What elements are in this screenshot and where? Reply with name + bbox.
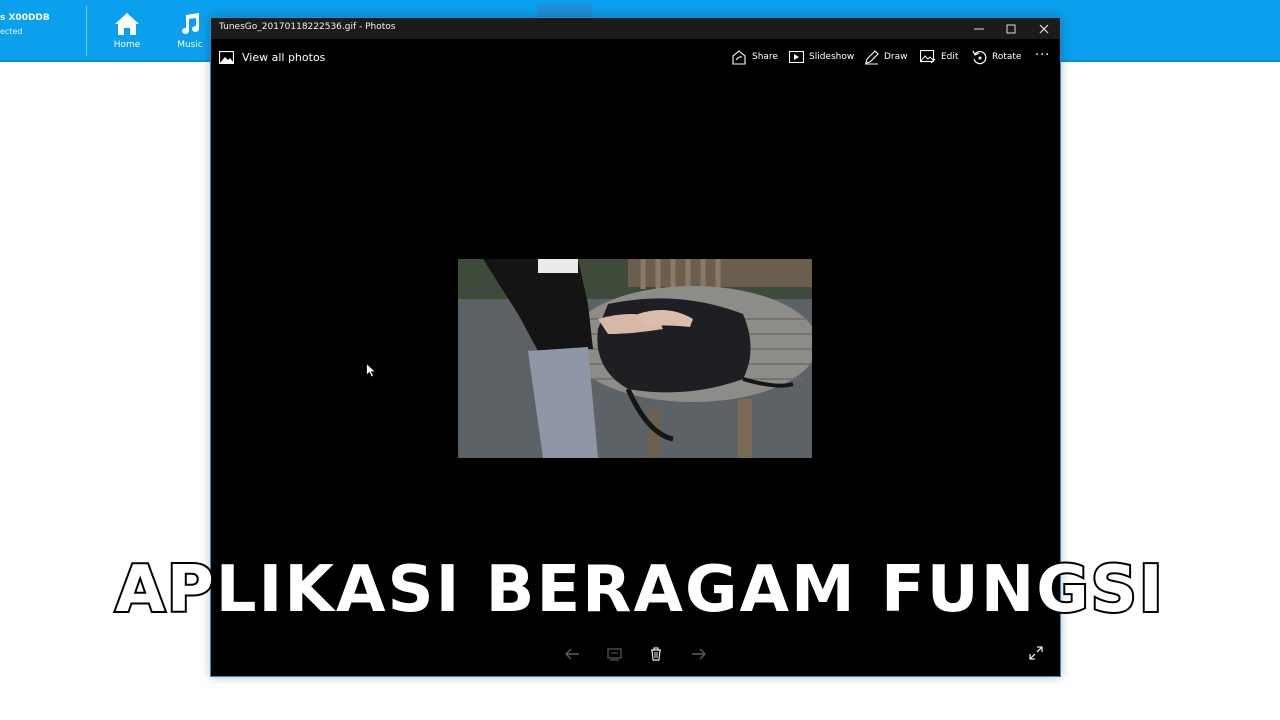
photos-toolbar: View all photos Share Slideshow Draw Edi… bbox=[211, 39, 1060, 75]
view-all-photos-label: View all photos bbox=[242, 50, 326, 64]
header-tab-indicator bbox=[537, 4, 592, 18]
slideshow-label: Slideshow bbox=[809, 52, 855, 62]
draw-button[interactable]: Draw bbox=[864, 48, 908, 66]
next-photo-button[interactable] bbox=[689, 645, 709, 663]
video-caption-overlay: APLIKASI BERAGAM FUNGSI bbox=[0, 551, 1280, 629]
view-all-photos-button[interactable]: View all photos bbox=[219, 48, 325, 66]
maximize-icon bbox=[1006, 24, 1016, 33]
music-note-icon bbox=[182, 13, 199, 34]
nav-home-label: Home bbox=[113, 40, 141, 50]
maximize-button[interactable] bbox=[995, 18, 1027, 39]
slideshow-icon bbox=[789, 51, 804, 63]
rotate-label: Rotate bbox=[992, 52, 1022, 62]
device-name: s X00DDB bbox=[0, 13, 50, 23]
slideshow-button[interactable]: Slideshow bbox=[789, 48, 854, 66]
header-divider bbox=[86, 6, 87, 56]
mouse-cursor-icon bbox=[366, 362, 377, 382]
window-titlebar[interactable]: TunesGo_20170118222536.gif - Photos bbox=[211, 18, 1060, 39]
share-icon bbox=[732, 49, 746, 65]
window-title: TunesGo_20170118222536.gif - Photos bbox=[219, 22, 396, 32]
previous-photo-button[interactable] bbox=[562, 645, 582, 663]
arrow-right-icon bbox=[692, 648, 706, 660]
fullscreen-icon bbox=[1029, 646, 1043, 660]
more-options-icon: ··· bbox=[1035, 47, 1051, 63]
arrow-left-icon bbox=[565, 648, 579, 660]
minimize-button[interactable] bbox=[963, 18, 995, 39]
rotate-icon bbox=[972, 50, 987, 64]
nav-home-button[interactable]: Home bbox=[97, 12, 157, 56]
photo-gallery-icon bbox=[219, 50, 234, 64]
edit-photo-icon bbox=[920, 50, 936, 64]
rotate-button[interactable]: Rotate bbox=[972, 48, 1021, 66]
caption-text: APLIKASI BERAGAM FUNGSI bbox=[113, 551, 1165, 629]
pen-icon bbox=[865, 49, 879, 64]
share-label: Share bbox=[752, 52, 778, 62]
photo-image bbox=[458, 259, 812, 458]
close-button[interactable] bbox=[1028, 18, 1060, 39]
displayed-photo bbox=[458, 259, 812, 458]
close-icon bbox=[1039, 24, 1049, 33]
draw-label: Draw bbox=[884, 52, 908, 62]
edit-label: Edit bbox=[941, 52, 959, 62]
edit-button[interactable]: Edit bbox=[920, 48, 958, 66]
filmstrip-button[interactable] bbox=[604, 645, 624, 663]
share-button[interactable]: Share bbox=[731, 48, 778, 66]
delete-button[interactable] bbox=[646, 645, 666, 663]
more-options-button[interactable]: ··· bbox=[1035, 46, 1050, 64]
minimize-icon bbox=[974, 28, 984, 29]
fullscreen-button[interactable] bbox=[1026, 644, 1046, 662]
gallery-icon bbox=[606, 647, 622, 661]
trash-icon bbox=[651, 647, 661, 661]
device-status: ected bbox=[0, 27, 23, 36]
home-icon bbox=[115, 13, 139, 35]
